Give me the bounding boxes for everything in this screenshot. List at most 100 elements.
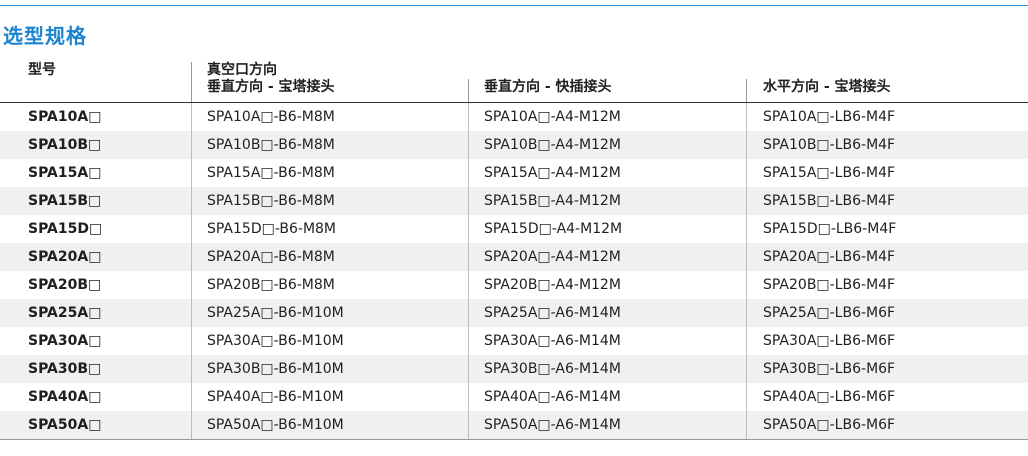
- column-divider: [468, 187, 469, 215]
- column-divider: [191, 383, 192, 411]
- header-col2: 垂直方向 - 快插接头: [484, 79, 612, 95]
- table-row: SPA10A□ SPA10A□-B6-M8M SPA10A□-A4-M12M SPA1…: [0, 103, 1028, 131]
- table-header: 型号 真空口方向 垂直方向 - 宝塔接头 垂直方向 - 快插接头 水平方向 - …: [0, 62, 1028, 103]
- cell-vertical-barb: SPA30B□-B6-M10M: [207, 361, 344, 377]
- column-divider: [191, 187, 192, 215]
- column-divider: [746, 215, 747, 243]
- column-divider: [468, 411, 469, 439]
- column-divider: [746, 187, 747, 215]
- column-divider: [746, 299, 747, 327]
- table-row: SPA40A□ SPA40A□-B6-M10M SPA40A□-A6-M14M SPA…: [0, 383, 1028, 411]
- column-divider: [746, 103, 747, 131]
- cell-vertical-push-in: SPA10B□-A4-M12M: [484, 137, 621, 153]
- cell-model: SPA15B□: [28, 193, 102, 209]
- cell-vertical-barb: SPA10A□-B6-M8M: [207, 109, 335, 125]
- cell-model: SPA50A□: [28, 417, 102, 433]
- cell-horizontal-barb: SPA15B□-LB6-M4F: [763, 193, 896, 209]
- column-divider: [468, 271, 469, 299]
- cell-horizontal-barb: SPA15A□-LB6-M4F: [763, 165, 896, 181]
- column-divider: [191, 299, 192, 327]
- table-row: SPA15A□ SPA15A□-B6-M8M SPA15A□-A4-M12M SPA1…: [0, 159, 1028, 187]
- table-row: SPA15B□ SPA15B□-B6-M8M SPA15B□-A4-M12M SPA1…: [0, 187, 1028, 215]
- cell-horizontal-barb: SPA20B□-LB6-M4F: [763, 277, 896, 293]
- cell-vertical-push-in: SPA40A□-A6-M14M: [484, 389, 621, 405]
- column-divider: [468, 355, 469, 383]
- cell-model: SPA30A□: [28, 333, 102, 349]
- cell-horizontal-barb: SPA30B□-LB6-M6F: [763, 361, 896, 377]
- cell-horizontal-barb: SPA50A□-LB6-M6F: [763, 417, 896, 433]
- cell-vertical-barb: SPA20B□-B6-M8M: [207, 277, 335, 293]
- column-divider: [191, 131, 192, 159]
- cell-horizontal-barb: SPA15D□-LB6-M4F: [763, 221, 897, 237]
- table-row: SPA10B□ SPA10B□-B6-M8M SPA10B□-A4-M12M SPA1…: [0, 131, 1028, 159]
- bottom-rule: [0, 439, 1028, 440]
- cell-model: SPA20B□: [28, 277, 102, 293]
- column-divider: [468, 327, 469, 355]
- cell-horizontal-barb: SPA20A□-LB6-M4F: [763, 249, 896, 265]
- cell-model: SPA15A□: [28, 165, 102, 181]
- table-row: SPA20A□ SPA20A□-B6-M8M SPA20A□-A4-M12M SPA2…: [0, 243, 1028, 271]
- cell-vertical-barb: SPA50A□-B6-M10M: [207, 417, 344, 433]
- column-divider: [191, 355, 192, 383]
- cell-model: SPA30B□: [28, 361, 102, 377]
- cell-model: SPA10A□: [28, 109, 102, 125]
- column-divider: [191, 103, 192, 131]
- cell-horizontal-barb: SPA10B□-LB6-M4F: [763, 137, 896, 153]
- column-divider: [468, 243, 469, 271]
- column-divider: [191, 215, 192, 243]
- header-group-label: 真空口方向: [207, 62, 277, 78]
- table-row: SPA20B□ SPA20B□-B6-M8M SPA20B□-A4-M12M SPA2…: [0, 271, 1028, 299]
- cell-model: SPA40A□: [28, 389, 102, 405]
- column-divider: [746, 355, 747, 383]
- header-divider-3: [746, 79, 747, 102]
- column-divider: [468, 159, 469, 187]
- cell-model: SPA15D□: [28, 221, 103, 237]
- header-col1: 垂直方向 - 宝塔接头: [207, 79, 335, 95]
- column-divider: [468, 103, 469, 131]
- cell-model: SPA10B□: [28, 137, 102, 153]
- cell-horizontal-barb: SPA10A□-LB6-M4F: [763, 109, 896, 125]
- column-divider: [468, 383, 469, 411]
- header-divider-2: [468, 79, 469, 102]
- table-row: SPA50A□ SPA50A□-B6-M10M SPA50A□-A6-M14M SPA…: [0, 411, 1028, 439]
- header-col3: 水平方向 - 宝塔接头: [763, 79, 891, 95]
- header-group-title: 真空口方向 垂直方向 - 宝塔接头: [207, 62, 335, 96]
- column-divider: [191, 243, 192, 271]
- cell-vertical-push-in: SPA25A□-A6-M14M: [484, 305, 621, 321]
- cell-vertical-push-in: SPA30B□-A6-M14M: [484, 361, 621, 377]
- column-divider: [191, 271, 192, 299]
- cell-vertical-barb: SPA20A□-B6-M8M: [207, 249, 335, 265]
- cell-vertical-push-in: SPA20B□-A4-M12M: [484, 277, 621, 293]
- cell-horizontal-barb: SPA40A□-LB6-M6F: [763, 389, 896, 405]
- cell-vertical-push-in: SPA20A□-A4-M12M: [484, 249, 621, 265]
- column-divider: [746, 271, 747, 299]
- column-divider: [746, 411, 747, 439]
- cell-vertical-push-in: SPA15B□-A4-M12M: [484, 193, 621, 209]
- column-divider: [191, 411, 192, 439]
- table-row: SPA30B□ SPA30B□-B6-M10M SPA30B□-A6-M14M SPA…: [0, 355, 1028, 383]
- cell-vertical-barb: SPA40A□-B6-M10M: [207, 389, 344, 405]
- table-body: SPA10A□ SPA10A□-B6-M8M SPA10A□-A4-M12M SPA1…: [0, 103, 1028, 439]
- column-divider: [746, 159, 747, 187]
- header-model: 型号: [28, 62, 56, 78]
- cell-vertical-barb: SPA15D□-B6-M8M: [207, 221, 337, 237]
- cell-vertical-push-in: SPA30A□-A6-M14M: [484, 333, 621, 349]
- column-divider: [468, 131, 469, 159]
- cell-vertical-push-in: SPA10A□-A4-M12M: [484, 109, 621, 125]
- header-divider-1: [191, 62, 192, 102]
- cell-vertical-barb: SPA10B□-B6-M8M: [207, 137, 335, 153]
- table-row: SPA30A□ SPA30A□-B6-M10M SPA30A□-A6-M14M SPA…: [0, 327, 1028, 355]
- cell-vertical-push-in: SPA15D□-A4-M12M: [484, 221, 623, 237]
- cell-vertical-push-in: SPA50A□-A6-M14M: [484, 417, 621, 433]
- column-divider: [746, 243, 747, 271]
- column-divider: [191, 159, 192, 187]
- column-divider: [746, 131, 747, 159]
- cell-vertical-barb: SPA30A□-B6-M10M: [207, 333, 344, 349]
- cell-vertical-push-in: SPA15A□-A4-M12M: [484, 165, 621, 181]
- top-rule: [0, 5, 1028, 6]
- cell-vertical-barb: SPA25A□-B6-M10M: [207, 305, 344, 321]
- column-divider: [468, 215, 469, 243]
- column-divider: [468, 299, 469, 327]
- column-divider: [746, 383, 747, 411]
- cell-horizontal-barb: SPA30A□-LB6-M6F: [763, 333, 896, 349]
